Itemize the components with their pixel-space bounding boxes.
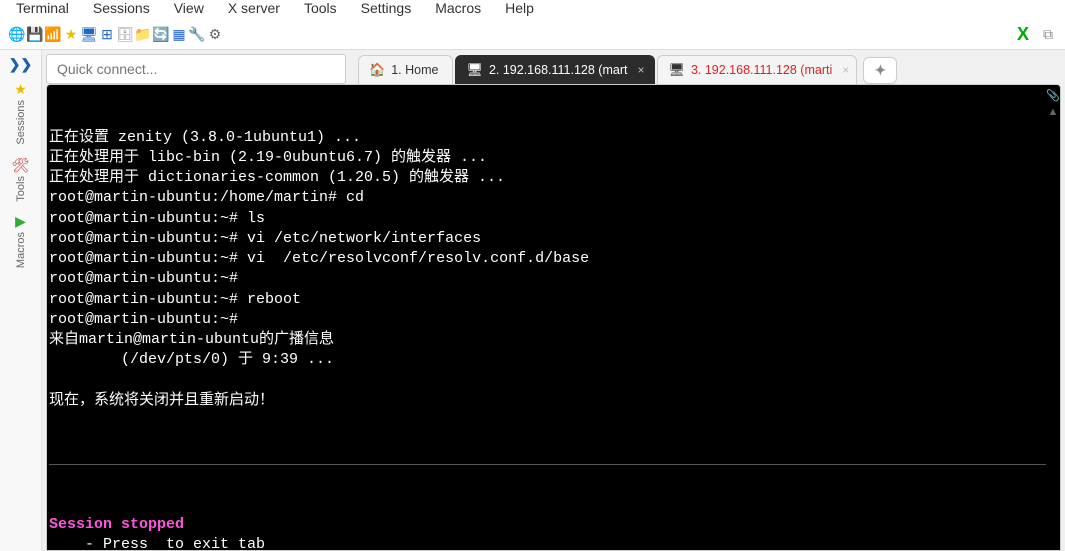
menu-macros[interactable]: Macros: [435, 0, 481, 16]
tab-label: 1. Home: [391, 63, 438, 77]
refresh-icon[interactable]: 🔄: [152, 26, 170, 44]
tools-icon: 🛠: [12, 157, 30, 174]
tab-close-icon[interactable]: ×: [637, 63, 644, 77]
sidebar-group-tools[interactable]: 🛠 Tools: [12, 157, 30, 202]
sidebar-group-sessions[interactable]: ★ Sessions: [14, 81, 27, 145]
terminal-icon: 🖥: [466, 62, 483, 78]
menu-view[interactable]: View: [174, 0, 204, 16]
terminal-divider: [49, 464, 1046, 465]
menu-help[interactable]: Help: [505, 0, 534, 16]
windows-icon[interactable]: ⊞: [98, 26, 116, 44]
macros-icon: ▶: [15, 213, 26, 230]
terminal-icon: 🏠: [369, 62, 385, 78]
tab-label: 2. 192.168.111.128 (mart: [489, 63, 628, 77]
save-icon[interactable]: 💾: [26, 26, 44, 44]
quickconnect-row: 🏠 1. Home 🖥 2. 192.168.111.128 (mart × 🖥 3. 19…: [42, 50, 1065, 84]
main-row: ❯❯ ★ Sessions 🛠 Tools ▶ Macros 🏠 1. Home 🖥 2. 19…: [0, 50, 1065, 551]
tab-3[interactable]: 🖥 3. 192.168.111.128 (marti ×: [657, 55, 857, 84]
menu-sessions[interactable]: Sessions: [93, 0, 150, 16]
menu-tools[interactable]: Tools: [304, 0, 337, 16]
tab-2[interactable]: 🖥 2. 192.168.111.128 (mart ×: [455, 55, 655, 84]
tab-1[interactable]: 🏠 1. Home: [358, 55, 453, 84]
sidebar-label: Sessions: [15, 100, 27, 145]
terminal-lines: 正在设置 zenity (3.8.0-1ubuntu1) ... 正在处理用于 …: [49, 128, 1046, 412]
session-stopped-block: Session stopped - Press to exit tab - Pr…: [49, 515, 1046, 551]
sidebar-label: Macros: [15, 232, 27, 268]
terminal-icon: 🖥: [668, 62, 685, 78]
grid-icon[interactable]: ▦: [170, 26, 188, 44]
session-stopped-header: Session stopped: [49, 515, 1046, 535]
monitor-icon[interactable]: 🖥: [80, 26, 98, 44]
tab-label: 3. 192.168.111.128 (marti: [691, 63, 832, 77]
toolbar: 🌐💾📶★🖥⊞🗄📁🔄▦🔧⚙ X ⧉: [0, 20, 1065, 50]
content-column: 🏠 1. Home 🖥 2. 192.168.111.128 (mart × 🖥 3. 19…: [42, 50, 1065, 551]
tab-close-icon[interactable]: ×: [842, 63, 849, 77]
menu-x-server[interactable]: X server: [228, 0, 280, 16]
terminal[interactable]: 正在设置 zenity (3.8.0-1ubuntu1) ... 正在处理用于 …: [47, 85, 1046, 551]
globe-icon[interactable]: 🌐: [8, 26, 26, 44]
session-stopped-line: - Press to exit tab: [49, 535, 1046, 551]
tabbar: 🏠 1. Home 🖥 2. 192.168.111.128 (mart × 🖥 3. 19…: [358, 55, 1061, 84]
gutter-pin-icon[interactable]: 📎: [1046, 89, 1060, 102]
sidebar-group-macros[interactable]: ▶ Macros: [15, 213, 27, 268]
server-icon[interactable]: 🗄: [116, 26, 134, 44]
toolbar-icons: 🌐💾📶★🖥⊞🗄📁🔄▦🔧⚙: [8, 26, 224, 44]
sidebar-label: Tools: [15, 176, 27, 202]
quick-connect-input[interactable]: [46, 54, 346, 84]
terminal-wrap: 正在设置 zenity (3.8.0-1ubuntu1) ... 正在处理用于 …: [46, 84, 1061, 551]
star-icon[interactable]: ★: [62, 26, 80, 44]
menu-settings[interactable]: Settings: [361, 0, 412, 16]
signal-icon[interactable]: 📶: [44, 26, 62, 44]
new-tab-button[interactable]: ✦: [863, 57, 897, 84]
gutter-up-icon[interactable]: ▲: [1048, 106, 1059, 118]
wrench-icon[interactable]: 🔧: [188, 26, 206, 44]
sessions-icon: ★: [14, 81, 27, 98]
menu-terminal[interactable]: Terminal: [16, 0, 69, 16]
sidebar-collapse-icon[interactable]: ❯❯: [9, 56, 32, 73]
menubar: Terminal Sessions View X server Tools Setting…: [0, 0, 1065, 20]
gear-icon[interactable]: ⚙: [206, 26, 224, 44]
folder-icon[interactable]: 📁: [134, 26, 152, 44]
terminal-right-gutter: 📎 ▲: [1046, 85, 1060, 551]
left-sidebar: ❯❯ ★ Sessions 🛠 Tools ▶ Macros: [0, 50, 42, 551]
restore-icon[interactable]: ⧉: [1039, 26, 1057, 44]
close-app-icon[interactable]: X: [1017, 24, 1029, 45]
